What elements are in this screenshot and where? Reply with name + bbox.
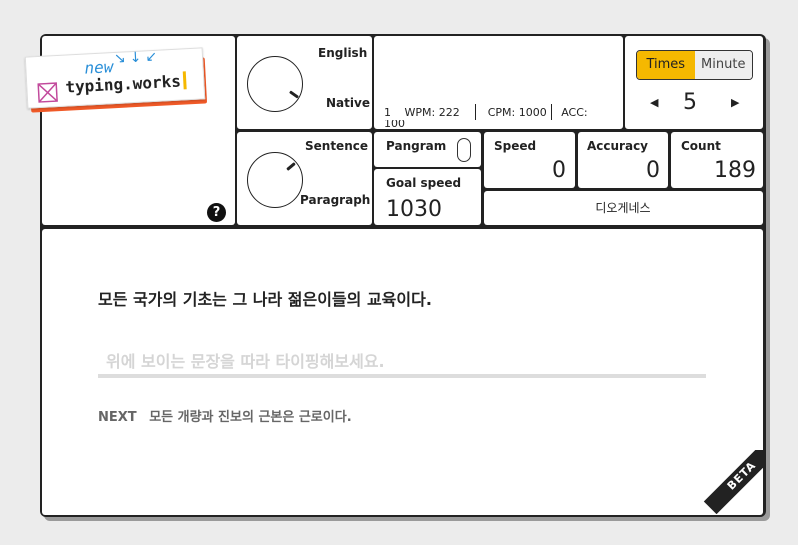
stats-acc: ACC: [561,106,588,119]
count-increase-icon[interactable]: ▶ [731,96,739,109]
language-knob-indicator [289,90,299,99]
count-decrease-icon[interactable]: ◀ [650,96,658,109]
logo-card: new ↘↓↙ typing.works [24,47,206,109]
speed-label: Speed [494,139,537,153]
next-sentence-line: NEXT 모든 개량과 진보의 근본은 근로이다. [98,406,352,425]
mode-knob-indicator [286,162,296,171]
stats-separator [550,104,552,120]
count-stepper-value: 5 [683,90,697,115]
accuracy-label: Accuracy [587,139,649,153]
logo-box-icon [37,82,58,103]
unit-toggle[interactable]: Times Minute [636,50,753,80]
beta-badge: BETA [703,450,763,514]
stats-line: 1 WPM: 222 CPM: 1000 ACC: [384,104,592,120]
logo[interactable]: new ↘↓↙ typing.works [20,44,210,114]
stats-acc-value: 100 [384,120,405,128]
mode-knob[interactable] [247,152,303,208]
pangram-label: Pangram [386,139,447,153]
next-label: NEXT [98,410,137,425]
stats-wpm: WPM: 222 [404,106,460,119]
mode-knob-bottom-label: Paragraph [300,193,371,207]
typing-input[interactable] [98,348,706,378]
target-sentence: 모든 국가의 기초는 그 나라 젊은이들의 교육이다. [98,290,432,309]
language-knob-bottom-label: Native [326,96,370,110]
accuracy-value: 0 [646,158,660,183]
unit-option-minute[interactable]: Minute [694,51,752,79]
stats-level: 1 [384,106,391,119]
sentence-source: 디오게네스 [595,201,651,215]
logo-name: typing.works [65,71,187,97]
mode-knob-top-label: Sentence [305,139,368,153]
goal-speed-label: Goal speed [386,176,462,190]
count-label: Count [681,139,721,153]
help-icon[interactable]: ? [207,203,226,222]
stats-separator [475,104,477,120]
language-knob[interactable] [247,56,303,112]
speed-value: 0 [552,158,566,183]
goal-speed-value[interactable]: 1030 [386,197,442,222]
stats-cpm: CPM: 1000 [487,106,547,119]
beta-corner: BETA [700,450,763,514]
pangram-switch[interactable] [457,138,471,162]
count-value: 189 [714,158,756,183]
unit-option-times[interactable]: Times [637,51,695,79]
language-knob-top-label: English [318,46,368,60]
next-sentence: 모든 개량과 진보의 근본은 근로이다. [149,410,352,425]
logo-arrows-icon: ↘↓↙ [113,48,162,68]
